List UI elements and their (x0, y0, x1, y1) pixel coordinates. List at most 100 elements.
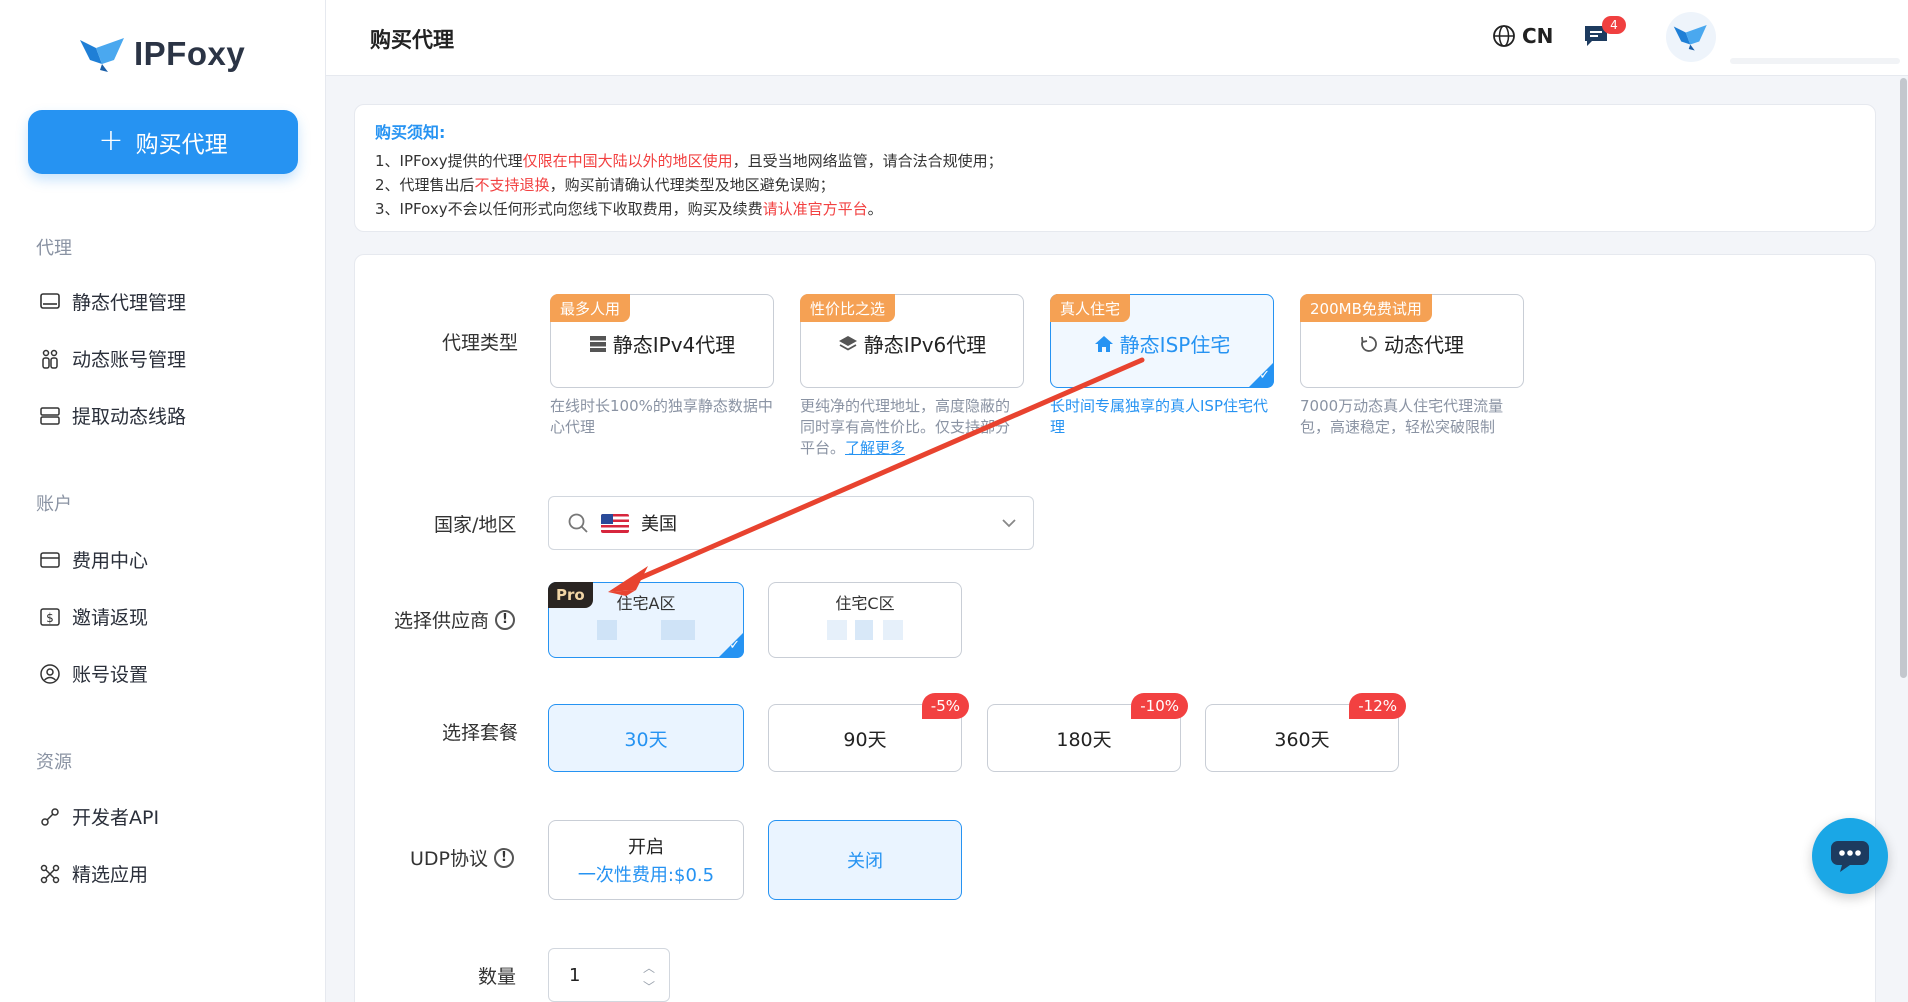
notice-text: 3、IPFoxy不会以任何形式向您线下收取费用，购买及续费 (375, 200, 763, 218)
type-tag: 性价比之选 (800, 294, 896, 322)
plan-text: 30天 (624, 728, 668, 751)
notice-text: ，且受当地网络监管，请合法合规使用； (732, 152, 1003, 170)
notice-line-1: 1、IPFoxy提供的代理仅限在中国大陆以外的地区使用，且受当地网络监管，请合法… (375, 149, 1855, 173)
plan-30-days[interactable]: 30天 (548, 704, 744, 772)
layers-icon (838, 335, 857, 351)
proxy-type-desc: 更纯净的代理地址，高度隐蔽的同时享有高性价比。仅支持部分平台。了解更多 (800, 396, 1024, 459)
sidebar-item-label: 提取动态线路 (72, 406, 187, 428)
avatar[interactable] (1666, 12, 1716, 62)
message-count-badge: 4 (1602, 16, 1626, 34)
us-flag-icon (601, 513, 629, 533)
sidebar: IPFoxy + 购买代理 代理 静态代理管理 动态账号管理 提取动态线路 账户… (0, 0, 326, 1002)
proxy-type-desc: 在线时长100%的独享静态数据中心代理 (550, 397, 773, 436)
account-icon (38, 347, 62, 371)
udp-label-text: UDP协议 (410, 848, 488, 870)
language-code: CN (1522, 24, 1554, 48)
fox-logo-icon (80, 38, 124, 72)
sidebar-item-label: 账号设置 (72, 664, 149, 686)
discount-badge: -5% (921, 693, 969, 719)
plus-icon: + (98, 122, 124, 158)
notice-line-3: 3、IPFoxy不会以任何形式向您线下收取费用，购买及续费请认准官方平台。 (375, 197, 1855, 221)
proxy-type-desc: 7000万动态真人住宅代理流量包，高速稳定，轻松突破限制 (1300, 397, 1504, 436)
supplier-info-redacted (827, 620, 903, 640)
plan-text: 180天 (1056, 728, 1112, 751)
country-select[interactable]: 美国 (548, 496, 1034, 550)
section-title-account: 账户 (36, 494, 72, 515)
top-header: 购买代理 CN 4 (326, 0, 1908, 76)
sidebar-item-extract-lines[interactable]: 提取动态线路 (38, 402, 186, 429)
proxy-type-ipv6[interactable]: 性价比之选 静态IPv6代理 (800, 294, 1024, 388)
sidebar-item-label: 静态代理管理 (72, 292, 187, 314)
svg-text:$: $ (46, 611, 54, 625)
type-label-text: 静态IPv6代理 (863, 333, 987, 357)
notice-line-2: 2、代理售出后不支持退换，购买前请确认代理类型及地区避免误购； (375, 173, 1855, 197)
purchase-notice: 购买须知: 1、IPFoxy提供的代理仅限在中国大陆以外的地区使用，且受当地网络… (354, 104, 1876, 232)
check-icon: ✓ (729, 638, 740, 653)
sidebar-item-account-settings[interactable]: 账号设置 (38, 660, 148, 687)
sidebar-item-dynamic-account[interactable]: 动态账号管理 (38, 345, 186, 372)
country-value: 美国 (641, 514, 677, 535)
plan-360-days[interactable]: 360天 -12% (1205, 693, 1406, 772)
refresh-icon (1361, 335, 1377, 352)
globe-icon (1493, 25, 1515, 47)
supplier-c[interactable]: 住宅C区 (768, 582, 962, 658)
home-icon (1094, 335, 1113, 352)
supplier-name: 住宅C区 (835, 594, 895, 613)
sidebar-item-static-proxy[interactable]: 静态代理管理 (38, 288, 186, 315)
brand-name: IPFoxy (134, 35, 246, 72)
type-tag: 最多人用 (550, 294, 631, 322)
link-icon (38, 805, 62, 829)
notice-text: ，购买前请确认代理类型及地区避免误购； (549, 176, 835, 194)
username-redacted (1730, 58, 1900, 64)
sidebar-item-featured-apps[interactable]: 精选应用 (38, 860, 148, 887)
sidebar-item-label: 精选应用 (72, 864, 149, 886)
page-title: 购买代理 (370, 28, 454, 52)
udp-off-label: 关闭 (847, 851, 883, 872)
notice-highlight: 请认准官方平台 (762, 200, 868, 218)
quantity-value: 1 (569, 964, 581, 986)
pro-badge: Pro (548, 582, 593, 608)
supplier-name: 住宅A区 (616, 594, 676, 613)
proxy-type-isp[interactable]: 真人住宅 静态ISP住宅 ✓ (1050, 294, 1274, 388)
quantity-stepper[interactable]: 1 ︿ ﹀ (548, 948, 670, 1002)
notice-title: 购买须知: (375, 123, 446, 142)
type-tag: 200MB免费试用 (1300, 294, 1432, 322)
sidebar-item-developer-api[interactable]: 开发者API (38, 803, 159, 830)
server-icon (589, 335, 606, 352)
plan-text: 360天 (1274, 728, 1330, 751)
type-label-text: 静态ISP住宅 (1119, 333, 1231, 357)
chat-support-button[interactable] (1812, 818, 1888, 894)
search-icon (568, 513, 588, 533)
udp-on-option[interactable]: 开启 一次性费用:$0.5 (548, 820, 744, 900)
scrollbar-thumb[interactable] (1900, 78, 1907, 678)
language-switcher[interactable]: CN (1492, 24, 1553, 48)
udp-off-option[interactable]: 关闭 (768, 820, 962, 900)
discount-badge: -12% (1349, 693, 1406, 719)
sidebar-item-label: 动态账号管理 (72, 349, 187, 371)
supplier-a[interactable]: Pro 住宅A区 ✓ (548, 582, 744, 658)
learn-more-link[interactable]: 了解更多 (845, 439, 905, 457)
notice-text: 2、代理售出后 (375, 176, 475, 194)
chevron-down-icon[interactable]: ﹀ (643, 978, 655, 995)
buy-proxy-button[interactable]: + 购买代理 (28, 110, 298, 174)
brand-logo[interactable]: IPFoxy (78, 34, 245, 74)
notice-text: 。 (867, 200, 883, 218)
plan-180-days[interactable]: 180天 -10% (987, 693, 1188, 772)
wallet-icon (38, 548, 62, 572)
help-icon[interactable]: ! (494, 847, 514, 868)
udp-on-fee: 一次性费用:$0.5 (577, 865, 715, 886)
dollar-icon: $ (38, 605, 62, 629)
buy-proxy-label: 购买代理 (135, 132, 228, 158)
sidebar-item-billing[interactable]: 费用中心 (38, 546, 148, 573)
stepper-controls[interactable]: ︿ ﹀ (643, 959, 655, 995)
check-icon: ✓ (1259, 368, 1270, 383)
help-icon[interactable]: ! (495, 609, 516, 630)
plan-text: 90天 (843, 728, 887, 751)
proxy-type-ipv4[interactable]: 最多人用 静态IPv4代理 (550, 294, 774, 388)
proxy-type-dynamic[interactable]: 200MB免费试用 动态代理 (1300, 294, 1524, 388)
chevron-up-icon[interactable]: ︿ (643, 959, 655, 976)
chat-icon (1831, 841, 1869, 872)
sidebar-item-referral[interactable]: $ 邀请返现 (38, 603, 148, 630)
sidebar-item-label: 费用中心 (72, 550, 149, 572)
plan-90-days[interactable]: 90天 -5% (768, 693, 969, 772)
